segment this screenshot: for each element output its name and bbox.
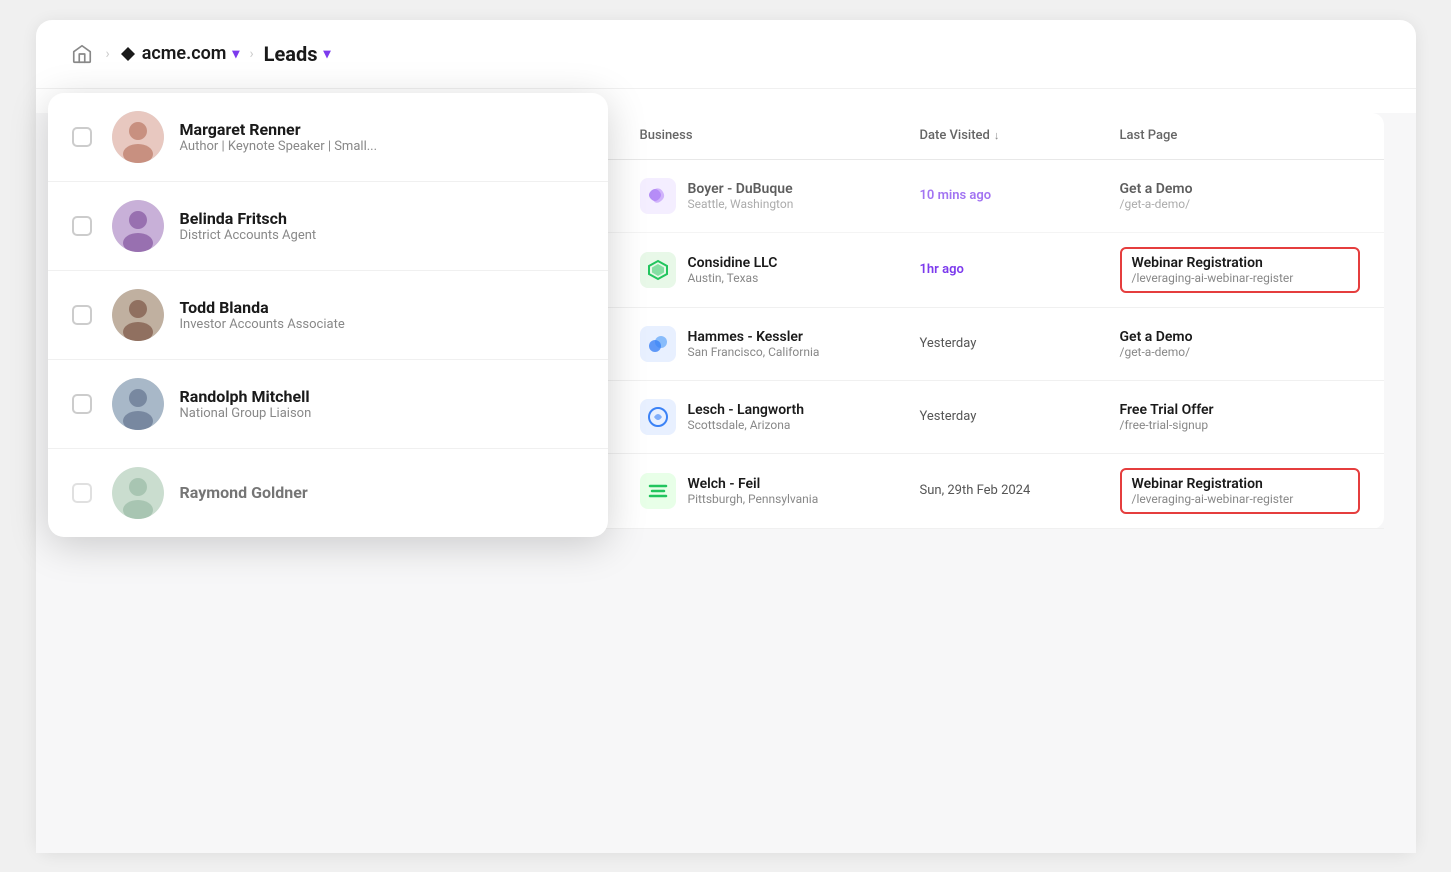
business-name: Boyer - DuBuque bbox=[688, 181, 794, 197]
date-visited: Yesterday bbox=[920, 336, 1120, 351]
business-location: Pittsburgh, Pennsylvania bbox=[688, 492, 819, 506]
side-panel-role: Investor Accounts Associate bbox=[180, 317, 345, 332]
side-panel-checkbox[interactable] bbox=[72, 394, 92, 414]
page-title: Free Trial Offer bbox=[1120, 402, 1360, 418]
business-logo bbox=[640, 326, 676, 362]
business-location: San Francisco, California bbox=[688, 345, 820, 359]
breadcrumb-leads-label: Leads bbox=[264, 42, 318, 66]
breadcrumb-company-label: acme.com bbox=[142, 43, 227, 64]
breadcrumb-sep-1: › bbox=[106, 46, 110, 62]
business-cell: Lesch - Langworth Scottsdale, Arizona bbox=[640, 399, 920, 435]
side-panel-info: Belinda Fritsch District Accounts Agent bbox=[180, 209, 317, 243]
business-logo bbox=[640, 178, 676, 214]
side-panel-row[interactable]: Margaret Renner Author | Keynote Speaker… bbox=[48, 93, 608, 182]
side-panel-info: Raymond Goldner bbox=[180, 483, 308, 502]
home-icon[interactable] bbox=[68, 40, 96, 68]
side-panel-avatar bbox=[112, 111, 164, 163]
business-cell: Considine LLC Austin, Texas bbox=[640, 252, 920, 288]
chevron-acme-icon: ▾ bbox=[232, 46, 239, 62]
business-cell: Boyer - DuBuque Seattle, Washington bbox=[640, 178, 920, 214]
side-panel-avatar bbox=[112, 378, 164, 430]
page-title: Webinar Registration bbox=[1132, 255, 1348, 271]
business-logo bbox=[640, 473, 676, 509]
side-panel-avatar bbox=[112, 200, 164, 252]
header-business-label: Business bbox=[640, 128, 693, 143]
side-panel-avatar bbox=[112, 289, 164, 341]
date-visited: 10 mins ago bbox=[920, 188, 1120, 203]
side-panel-checkbox[interactable] bbox=[72, 127, 92, 147]
last-page-cell-highlighted: Webinar Registration /leveraging-ai-webi… bbox=[1120, 247, 1360, 293]
leads-table-container: Lead Business Date Visited ↓ Last Page bbox=[68, 113, 1384, 529]
page-url: /leveraging-ai-webinar-register bbox=[1132, 492, 1348, 506]
side-panel-row[interactable]: Todd Blanda Investor Accounts Associate bbox=[48, 271, 608, 360]
last-page-cell-highlighted: Webinar Registration /leveraging-ai-webi… bbox=[1120, 468, 1360, 514]
date-visited: Sun, 29th Feb 2024 bbox=[920, 483, 1120, 498]
last-page-cell: Get a Demo /get-a-demo/ bbox=[1120, 181, 1360, 211]
business-logo bbox=[640, 252, 676, 288]
date-visited: 1hr ago bbox=[920, 262, 1120, 277]
page-url: /free-trial-signup bbox=[1120, 418, 1360, 432]
side-panel: Margaret Renner Author | Keynote Speaker… bbox=[48, 93, 608, 537]
breadcrumb-bar: › acme.com ▾ › Leads ▾ bbox=[36, 20, 1416, 89]
side-panel-role: District Accounts Agent bbox=[180, 228, 317, 243]
side-panel-row[interactable]: Belinda Fritsch District Accounts Agent bbox=[48, 182, 608, 271]
main-content: Lead Business Date Visited ↓ Last Page bbox=[36, 113, 1416, 853]
business-info: Considine LLC Austin, Texas bbox=[688, 255, 778, 285]
sort-down-icon: ↓ bbox=[994, 129, 1000, 142]
page-url: /get-a-demo/ bbox=[1120, 345, 1360, 359]
business-name: Considine LLC bbox=[688, 255, 778, 271]
business-info: Boyer - DuBuque Seattle, Washington bbox=[688, 181, 794, 211]
side-panel-row[interactable]: Raymond Goldner bbox=[48, 449, 608, 537]
chevron-leads-icon: ▾ bbox=[324, 46, 331, 62]
business-location: Scottsdale, Arizona bbox=[688, 418, 805, 432]
business-cell: Welch - Feil Pittsburgh, Pennsylvania bbox=[640, 473, 920, 509]
business-cell: Hammes - Kessler San Francisco, Californ… bbox=[640, 326, 920, 362]
side-panel-checkbox[interactable] bbox=[72, 216, 92, 236]
page-title: Get a Demo bbox=[1120, 329, 1360, 345]
last-page-cell: Free Trial Offer /free-trial-signup bbox=[1120, 402, 1360, 432]
business-name: Hammes - Kessler bbox=[688, 329, 820, 345]
side-panel-checkbox[interactable] bbox=[72, 305, 92, 325]
side-panel-name: Todd Blanda bbox=[180, 298, 345, 317]
side-panel-checkbox[interactable] bbox=[72, 483, 92, 503]
side-panel-role: National Group Liaison bbox=[180, 406, 312, 421]
business-info: Hammes - Kessler San Francisco, Californ… bbox=[688, 329, 820, 359]
page-url: /leveraging-ai-webinar-register bbox=[1132, 271, 1348, 285]
side-panel-name: Margaret Renner bbox=[180, 120, 378, 139]
header-business: Business bbox=[640, 127, 920, 145]
header-date-label: Date Visited bbox=[920, 128, 990, 143]
page-url: /get-a-demo/ bbox=[1120, 197, 1360, 211]
side-panel-info: Margaret Renner Author | Keynote Speaker… bbox=[180, 120, 378, 154]
breadcrumb-leads[interactable]: Leads ▾ bbox=[264, 42, 331, 66]
header-last-page-label: Last Page bbox=[1120, 128, 1178, 143]
side-panel-info: Randolph Mitchell National Group Liaison bbox=[180, 387, 312, 421]
business-logo bbox=[640, 399, 676, 435]
side-panel-name: Belinda Fritsch bbox=[180, 209, 317, 228]
side-panel-row[interactable]: Randolph Mitchell National Group Liaison bbox=[48, 360, 608, 449]
diamond-icon bbox=[120, 46, 136, 62]
breadcrumb-sep-2: › bbox=[249, 46, 253, 62]
business-info: Welch - Feil Pittsburgh, Pennsylvania bbox=[688, 476, 819, 506]
side-panel-name: Raymond Goldner bbox=[180, 483, 308, 502]
app-container: › acme.com ▾ › Leads ▾ Lead bbox=[36, 20, 1416, 853]
last-page-cell: Get a Demo /get-a-demo/ bbox=[1120, 329, 1360, 359]
business-name: Lesch - Langworth bbox=[688, 402, 805, 418]
header-last-page: Last Page bbox=[1120, 127, 1360, 145]
page-title: Get a Demo bbox=[1120, 181, 1360, 197]
side-panel-info: Todd Blanda Investor Accounts Associate bbox=[180, 298, 345, 332]
business-location: Seattle, Washington bbox=[688, 197, 794, 211]
page-title: Webinar Registration bbox=[1132, 476, 1348, 492]
business-name: Welch - Feil bbox=[688, 476, 819, 492]
business-location: Austin, Texas bbox=[688, 271, 778, 285]
side-panel-avatar bbox=[112, 467, 164, 519]
breadcrumb-acme[interactable]: acme.com ▾ bbox=[120, 43, 240, 64]
date-visited: Yesterday bbox=[920, 409, 1120, 424]
business-info: Lesch - Langworth Scottsdale, Arizona bbox=[688, 402, 805, 432]
header-date[interactable]: Date Visited ↓ bbox=[920, 127, 1120, 145]
side-panel-name: Randolph Mitchell bbox=[180, 387, 312, 406]
side-panel-role: Author | Keynote Speaker | Small... bbox=[180, 139, 378, 154]
